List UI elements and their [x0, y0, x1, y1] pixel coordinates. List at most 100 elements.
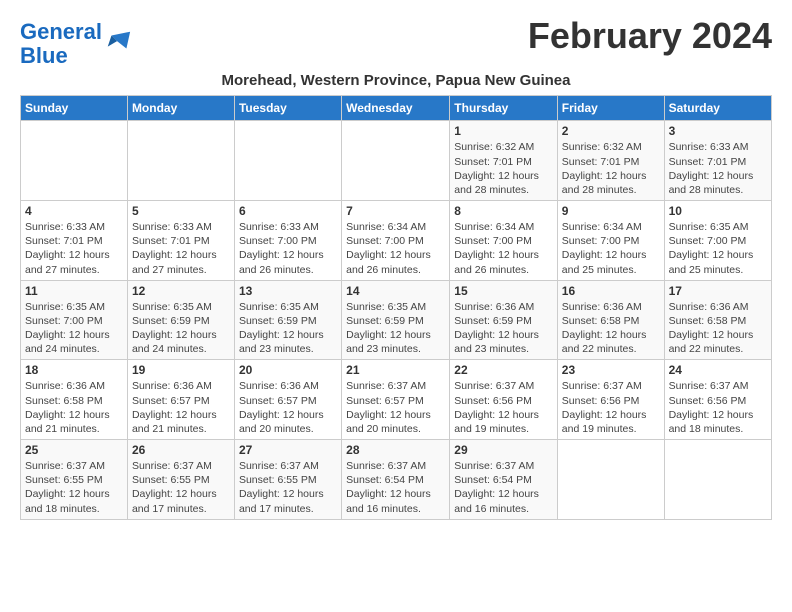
calendar-week-row: 25 Sunrise: 6:37 AM Sunset: 6:55 PM Dayli…	[21, 440, 772, 520]
day-info: Sunrise: 6:35 AM Sunset: 7:00 PM Dayligh…	[669, 220, 767, 277]
calendar-cell: 26 Sunrise: 6:37 AM Sunset: 6:55 PM Dayli…	[127, 440, 234, 520]
day-number: 26	[132, 443, 230, 457]
day-info: Sunrise: 6:34 AM Sunset: 7:00 PM Dayligh…	[562, 220, 660, 277]
day-info: Sunrise: 6:36 AM Sunset: 6:57 PM Dayligh…	[239, 379, 337, 436]
calendar-cell: 9 Sunrise: 6:34 AM Sunset: 7:00 PM Daylig…	[557, 201, 664, 281]
day-number: 3	[669, 124, 767, 138]
logo: General Blue	[20, 20, 132, 68]
calendar-cell: 27 Sunrise: 6:37 AM Sunset: 6:55 PM Dayli…	[234, 440, 341, 520]
calendar-week-row: 18 Sunrise: 6:36 AM Sunset: 6:58 PM Dayli…	[21, 360, 772, 440]
day-info: Sunrise: 6:37 AM Sunset: 6:55 PM Dayligh…	[239, 459, 337, 516]
day-number: 6	[239, 204, 337, 218]
day-info: Sunrise: 6:36 AM Sunset: 6:58 PM Dayligh…	[562, 300, 660, 357]
day-info: Sunrise: 6:32 AM Sunset: 7:01 PM Dayligh…	[562, 140, 660, 197]
calendar-week-row: 1 Sunrise: 6:32 AM Sunset: 7:01 PM Daylig…	[21, 121, 772, 201]
header: General Blue February 2024	[20, 16, 772, 68]
weekday-header: Wednesday	[342, 96, 450, 121]
calendar-cell: 10 Sunrise: 6:35 AM Sunset: 7:00 PM Dayli…	[664, 201, 771, 281]
calendar-cell	[21, 121, 128, 201]
day-info: Sunrise: 6:33 AM Sunset: 7:00 PM Dayligh…	[239, 220, 337, 277]
day-info: Sunrise: 6:37 AM Sunset: 6:54 PM Dayligh…	[454, 459, 553, 516]
day-info: Sunrise: 6:37 AM Sunset: 6:57 PM Dayligh…	[346, 379, 445, 436]
day-number: 5	[132, 204, 230, 218]
day-info: Sunrise: 6:37 AM Sunset: 6:55 PM Dayligh…	[25, 459, 123, 516]
subtitle: Morehead, Western Province, Papua New Gu…	[20, 72, 772, 89]
day-number: 16	[562, 284, 660, 298]
calendar-cell: 21 Sunrise: 6:37 AM Sunset: 6:57 PM Dayli…	[342, 360, 450, 440]
calendar-cell	[234, 121, 341, 201]
calendar-cell: 19 Sunrise: 6:36 AM Sunset: 6:57 PM Dayli…	[127, 360, 234, 440]
day-number: 7	[346, 204, 445, 218]
day-number: 20	[239, 363, 337, 377]
day-number: 8	[454, 204, 553, 218]
day-info: Sunrise: 6:35 AM Sunset: 6:59 PM Dayligh…	[346, 300, 445, 357]
day-info: Sunrise: 6:36 AM Sunset: 6:58 PM Dayligh…	[669, 300, 767, 357]
day-number: 14	[346, 284, 445, 298]
calendar-cell: 16 Sunrise: 6:36 AM Sunset: 6:58 PM Dayli…	[557, 280, 664, 360]
day-info: Sunrise: 6:37 AM Sunset: 6:56 PM Dayligh…	[669, 379, 767, 436]
day-info: Sunrise: 6:36 AM Sunset: 6:59 PM Dayligh…	[454, 300, 553, 357]
calendar-cell: 8 Sunrise: 6:34 AM Sunset: 7:00 PM Daylig…	[450, 201, 558, 281]
day-info: Sunrise: 6:32 AM Sunset: 7:01 PM Dayligh…	[454, 140, 553, 197]
day-number: 9	[562, 204, 660, 218]
day-number: 1	[454, 124, 553, 138]
day-number: 23	[562, 363, 660, 377]
calendar-cell: 17 Sunrise: 6:36 AM Sunset: 6:58 PM Dayli…	[664, 280, 771, 360]
calendar-cell: 12 Sunrise: 6:35 AM Sunset: 6:59 PM Dayli…	[127, 280, 234, 360]
day-number: 28	[346, 443, 445, 457]
day-number: 2	[562, 124, 660, 138]
day-info: Sunrise: 6:35 AM Sunset: 7:00 PM Dayligh…	[25, 300, 123, 357]
calendar-cell: 20 Sunrise: 6:36 AM Sunset: 6:57 PM Dayli…	[234, 360, 341, 440]
day-number: 22	[454, 363, 553, 377]
weekday-header: Saturday	[664, 96, 771, 121]
title-block: February 2024	[528, 16, 772, 56]
calendar-cell	[664, 440, 771, 520]
day-number: 12	[132, 284, 230, 298]
day-info: Sunrise: 6:35 AM Sunset: 6:59 PM Dayligh…	[132, 300, 230, 357]
logo-line2: Blue	[20, 43, 68, 68]
calendar-cell: 4 Sunrise: 6:33 AM Sunset: 7:01 PM Daylig…	[21, 201, 128, 281]
calendar-cell: 25 Sunrise: 6:37 AM Sunset: 6:55 PM Dayli…	[21, 440, 128, 520]
day-info: Sunrise: 6:35 AM Sunset: 6:59 PM Dayligh…	[239, 300, 337, 357]
weekday-header: Thursday	[450, 96, 558, 121]
day-info: Sunrise: 6:36 AM Sunset: 6:57 PM Dayligh…	[132, 379, 230, 436]
calendar-cell: 15Sunrise: 6:36 AM Sunset: 6:59 PM Dayli…	[450, 280, 558, 360]
logo-icon	[104, 28, 132, 56]
calendar-cell: 29 Sunrise: 6:37 AM Sunset: 6:54 PM Dayli…	[450, 440, 558, 520]
month-title: February 2024	[528, 16, 772, 56]
day-number: 29	[454, 443, 553, 457]
day-info: Sunrise: 6:36 AM Sunset: 6:58 PM Dayligh…	[25, 379, 123, 436]
weekday-header: Monday	[127, 96, 234, 121]
day-info: Sunrise: 6:37 AM Sunset: 6:55 PM Dayligh…	[132, 459, 230, 516]
calendar-cell: 1 Sunrise: 6:32 AM Sunset: 7:01 PM Daylig…	[450, 121, 558, 201]
day-info: Sunrise: 6:37 AM Sunset: 6:56 PM Dayligh…	[454, 379, 553, 436]
day-info: Sunrise: 6:33 AM Sunset: 7:01 PM Dayligh…	[132, 220, 230, 277]
calendar-week-row: 4 Sunrise: 6:33 AM Sunset: 7:01 PM Daylig…	[21, 201, 772, 281]
day-number: 17	[669, 284, 767, 298]
day-info: Sunrise: 6:34 AM Sunset: 7:00 PM Dayligh…	[346, 220, 445, 277]
calendar-cell: 14 Sunrise: 6:35 AM Sunset: 6:59 PM Dayli…	[342, 280, 450, 360]
day-number: 11	[25, 284, 123, 298]
calendar-cell: 13 Sunrise: 6:35 AM Sunset: 6:59 PM Dayli…	[234, 280, 341, 360]
calendar-week-row: 11 Sunrise: 6:35 AM Sunset: 7:00 PM Dayli…	[21, 280, 772, 360]
calendar-cell: 24Sunrise: 6:37 AM Sunset: 6:56 PM Dayli…	[664, 360, 771, 440]
day-info: Sunrise: 6:37 AM Sunset: 6:56 PM Dayligh…	[562, 379, 660, 436]
day-info: Sunrise: 6:34 AM Sunset: 7:00 PM Dayligh…	[454, 220, 553, 277]
day-number: 4	[25, 204, 123, 218]
calendar-cell: 28Sunrise: 6:37 AM Sunset: 6:54 PM Dayli…	[342, 440, 450, 520]
day-number: 19	[132, 363, 230, 377]
calendar-cell: 2 Sunrise: 6:32 AM Sunset: 7:01 PM Daylig…	[557, 121, 664, 201]
day-number: 13	[239, 284, 337, 298]
calendar-cell	[342, 121, 450, 201]
day-number: 25	[25, 443, 123, 457]
day-number: 10	[669, 204, 767, 218]
day-number: 21	[346, 363, 445, 377]
calendar-cell: 3Sunrise: 6:33 AM Sunset: 7:01 PM Daylig…	[664, 121, 771, 201]
calendar-cell: 23 Sunrise: 6:37 AM Sunset: 6:56 PM Dayli…	[557, 360, 664, 440]
day-number: 18	[25, 363, 123, 377]
day-number: 27	[239, 443, 337, 457]
logo-line1: General	[20, 19, 102, 44]
calendar-cell: 7 Sunrise: 6:34 AM Sunset: 7:00 PM Daylig…	[342, 201, 450, 281]
weekday-header: Tuesday	[234, 96, 341, 121]
day-info: Sunrise: 6:33 AM Sunset: 7:01 PM Dayligh…	[25, 220, 123, 277]
